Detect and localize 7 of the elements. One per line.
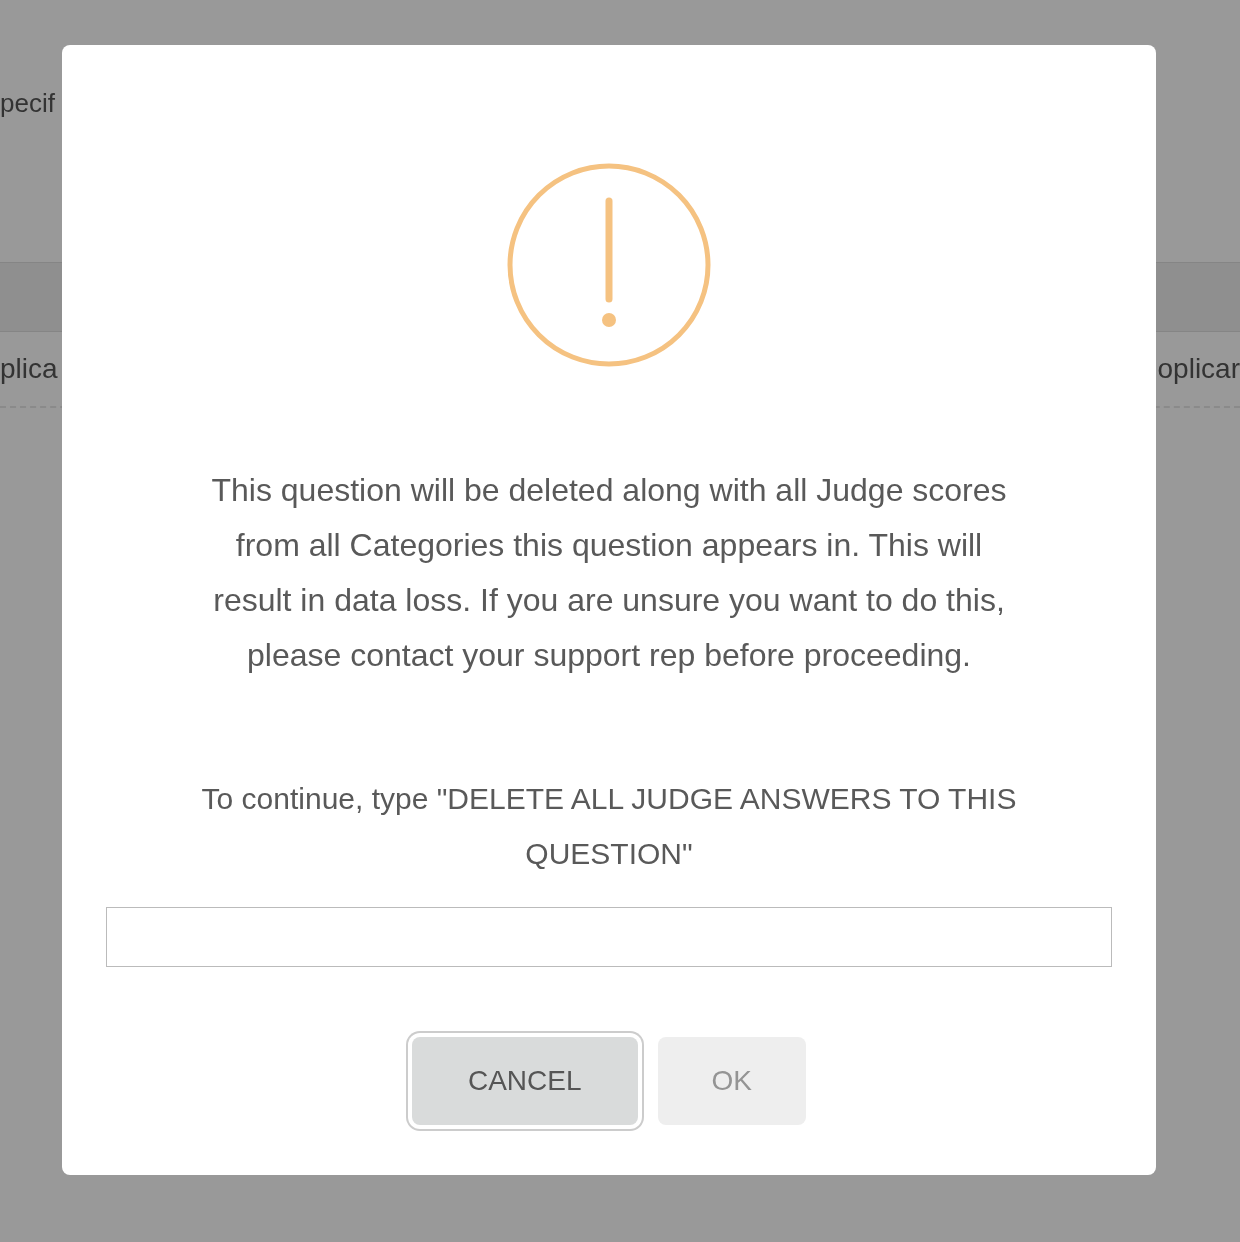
confirm-input[interactable] <box>106 907 1112 967</box>
warning-icon <box>507 163 711 367</box>
confirm-instruction: To continue, type "DELETE ALL JUDGE ANSWERS TO THIS QUESTION" <box>200 781 1018 872</box>
table-cell: oplicar <box>1157 353 1240 385</box>
background-text: pecif <box>0 88 55 118</box>
warning-message: This question will be deleted along with all Judge scores from all Categories this question appears in. This will result in data loss. If you are unsure you want to do this, please contact your support rep before proceeding. <box>210 471 1008 675</box>
table-cell: plica <box>0 353 58 385</box>
